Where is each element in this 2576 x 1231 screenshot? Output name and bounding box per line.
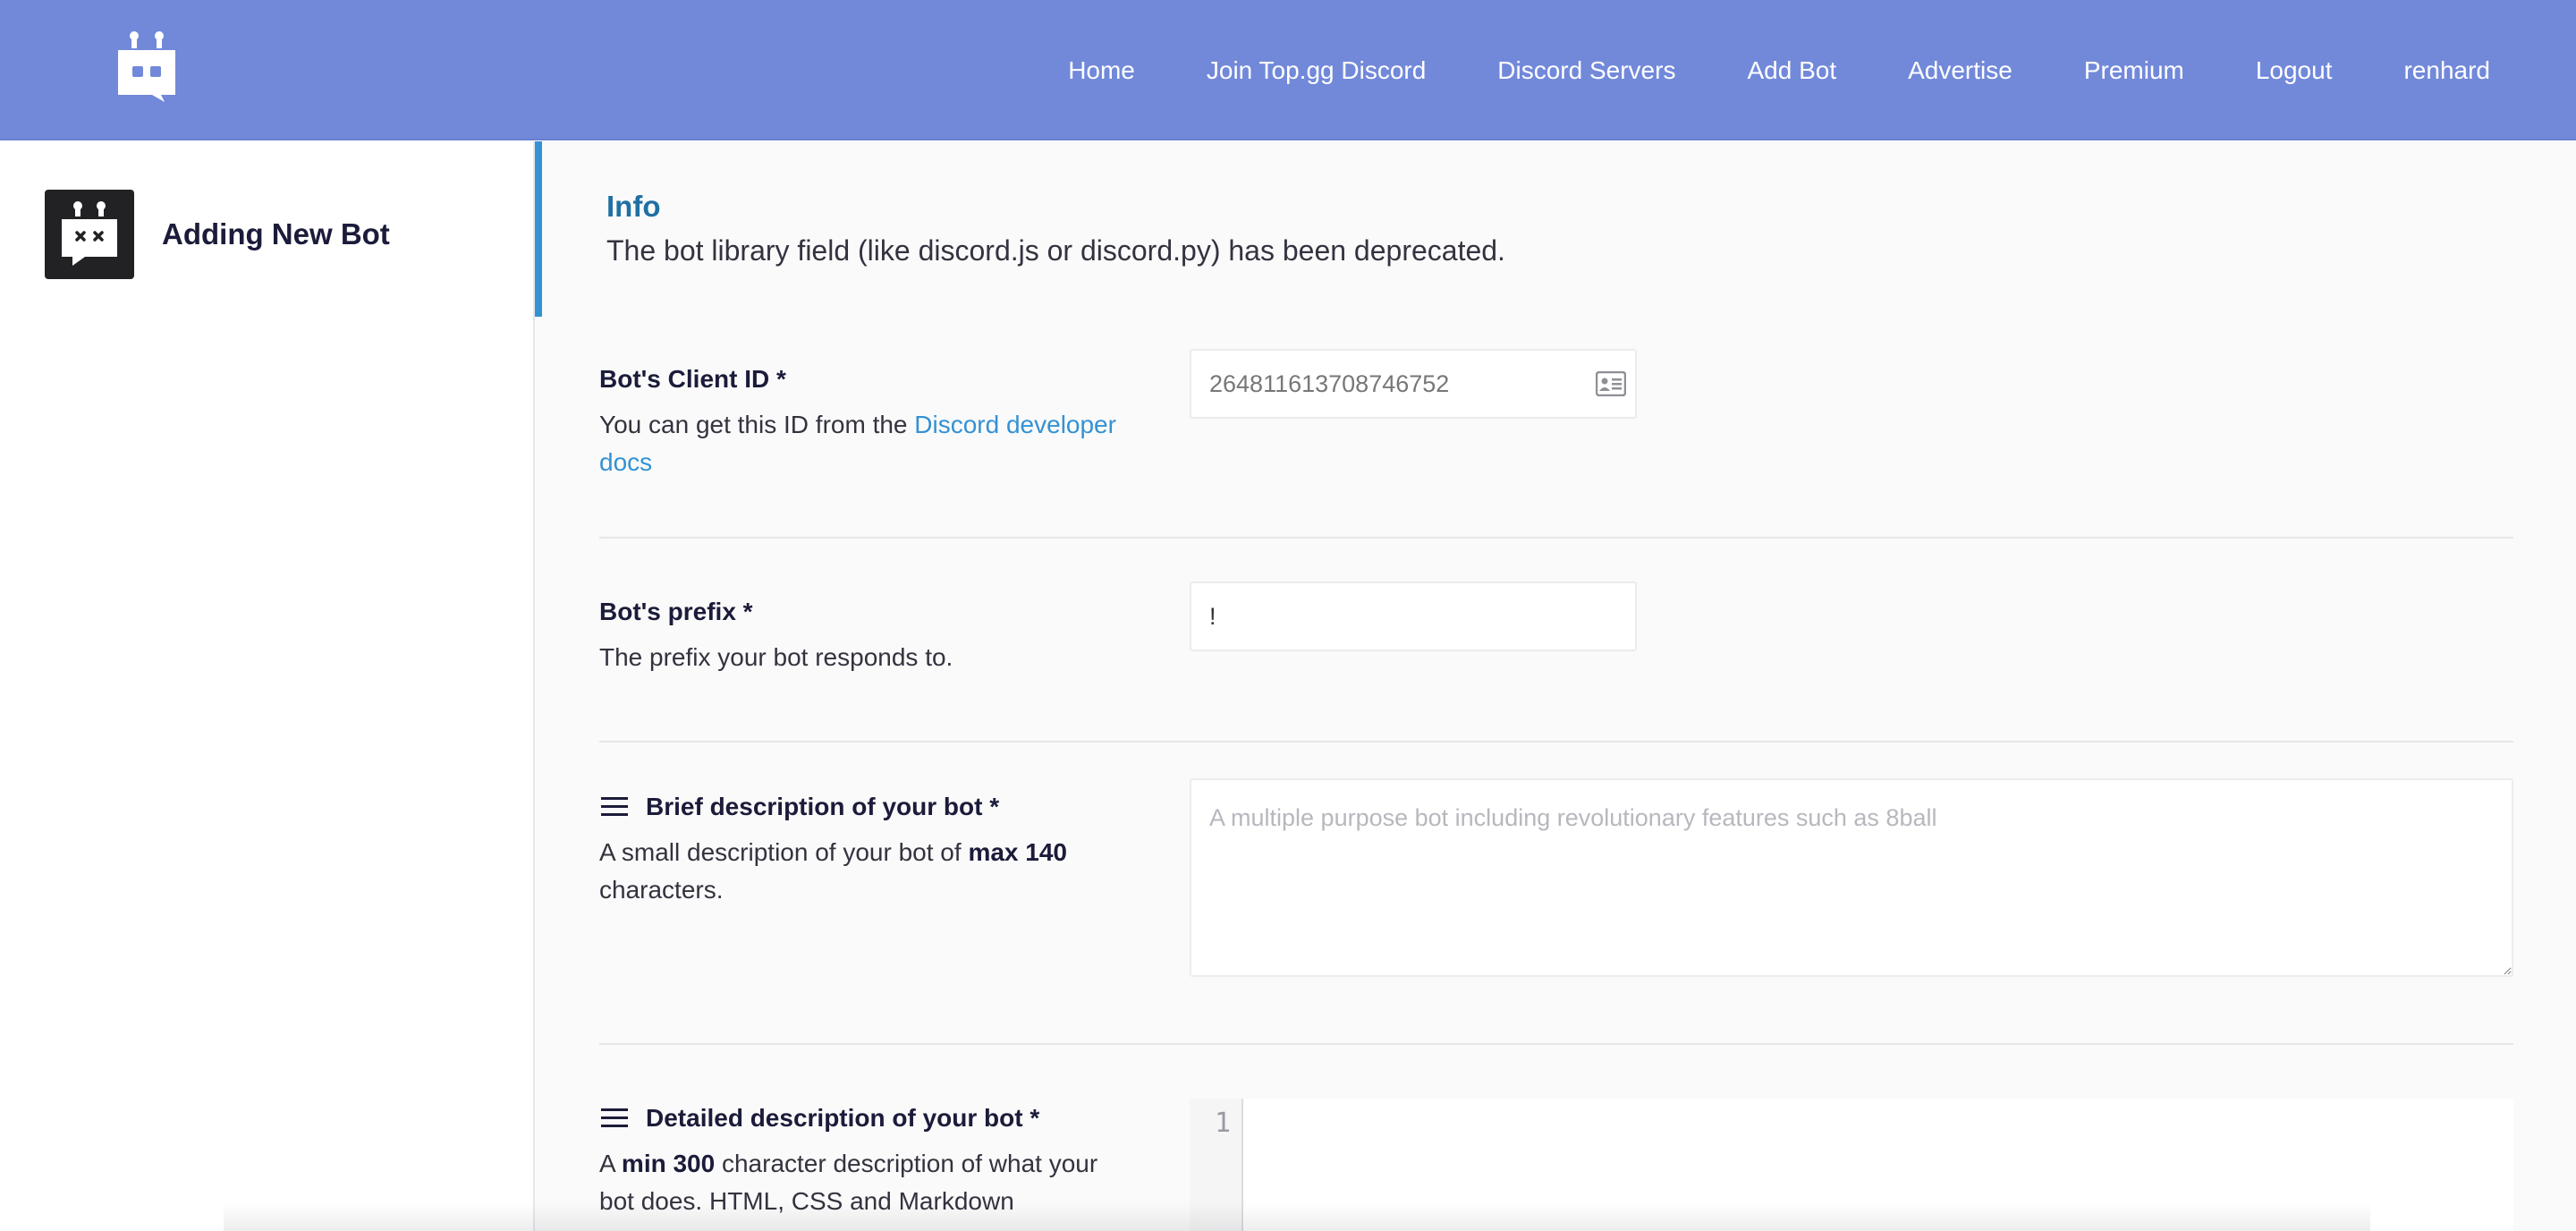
- detailed-description-editor[interactable]: 1: [1190, 1099, 2513, 1231]
- editor-line-number: 1: [1190, 1099, 1243, 1231]
- client-id-input[interactable]: [1190, 349, 1637, 419]
- info-text: The bot library field (like discord.js o…: [606, 234, 1505, 267]
- client-id-description: You can get this ID from the Discord dev…: [599, 406, 1136, 481]
- nav-add-bot[interactable]: Add Bot: [1747, 56, 1836, 85]
- nav-home[interactable]: Home: [1068, 56, 1135, 85]
- sidebar-title: Adding New Bot: [162, 217, 390, 250]
- prefix-row: Bot's prefix * The prefix your bot respo…: [599, 582, 2513, 743]
- client-id-row: Bot's Client ID * You can get this ID fr…: [599, 349, 2513, 539]
- prefix-input[interactable]: [1190, 582, 1637, 651]
- sidebar: Adding New Bot: [0, 141, 535, 1231]
- menu-lines-icon: [601, 797, 628, 816]
- robot-logo-icon[interactable]: [114, 30, 179, 102]
- detailed-desc-limit: min 300: [621, 1150, 716, 1177]
- brief-desc-limit: max 140: [968, 838, 1067, 866]
- brief-desc-text-suffix: characters.: [599, 876, 724, 904]
- client-id-desc-text: You can get this ID from the: [599, 411, 915, 438]
- client-id-field-wrap: [1190, 349, 1637, 419]
- nav-advertise[interactable]: Advertise: [1908, 56, 2012, 85]
- info-notice: Info The bot library field (like discord…: [535, 141, 2576, 317]
- brief-desc-text-prefix: A small description of your bot of: [599, 838, 969, 866]
- prefix-description: The prefix your bot responds to.: [599, 643, 953, 671]
- nav-join-discord[interactable]: Join Top.gg Discord: [1207, 56, 1426, 85]
- brief-description-help: A small description of your bot of max 1…: [599, 834, 1136, 909]
- nav-logout[interactable]: Logout: [2256, 56, 2333, 85]
- detailed-description-label-group: Detailed description of your bot *: [599, 1104, 1039, 1133]
- brief-description-label: Brief description of your bot *: [646, 793, 1000, 820]
- detailed-description-row: Detailed description of your bot * A min…: [599, 1099, 2513, 1231]
- prefix-label: Bot's prefix *: [599, 598, 753, 625]
- brief-description-textarea[interactable]: [1190, 778, 2513, 977]
- detailed-description-help: A min 300 character description of what …: [599, 1145, 1136, 1220]
- info-title: Info: [606, 190, 661, 223]
- nav-user-menu[interactable]: renhard: [2403, 56, 2490, 85]
- nav-discord-servers[interactable]: Discord Servers: [1497, 56, 1675, 85]
- brief-description-row: Brief description of your bot * A small …: [599, 778, 2513, 1045]
- menu-lines-icon: [601, 1108, 628, 1127]
- sidebar-header: Adding New Bot: [45, 190, 390, 279]
- id-card-icon: [1596, 371, 1626, 396]
- detailed-description-label: Detailed description of your bot *: [646, 1104, 1040, 1132]
- nav-premium[interactable]: Premium: [2084, 56, 2184, 85]
- nav-links: Home Join Top.gg Discord Discord Servers…: [1068, 0, 2490, 140]
- detailed-desc-text-prefix: A: [599, 1150, 622, 1177]
- robot-chat-icon: [45, 190, 134, 279]
- brief-description-label-group: Brief description of your bot *: [599, 793, 999, 821]
- client-id-label: Bot's Client ID *: [599, 365, 786, 393]
- top-nav: Home Join Top.gg Discord Discord Servers…: [0, 0, 2576, 140]
- main-content: Info The bot library field (like discord…: [535, 141, 2576, 1231]
